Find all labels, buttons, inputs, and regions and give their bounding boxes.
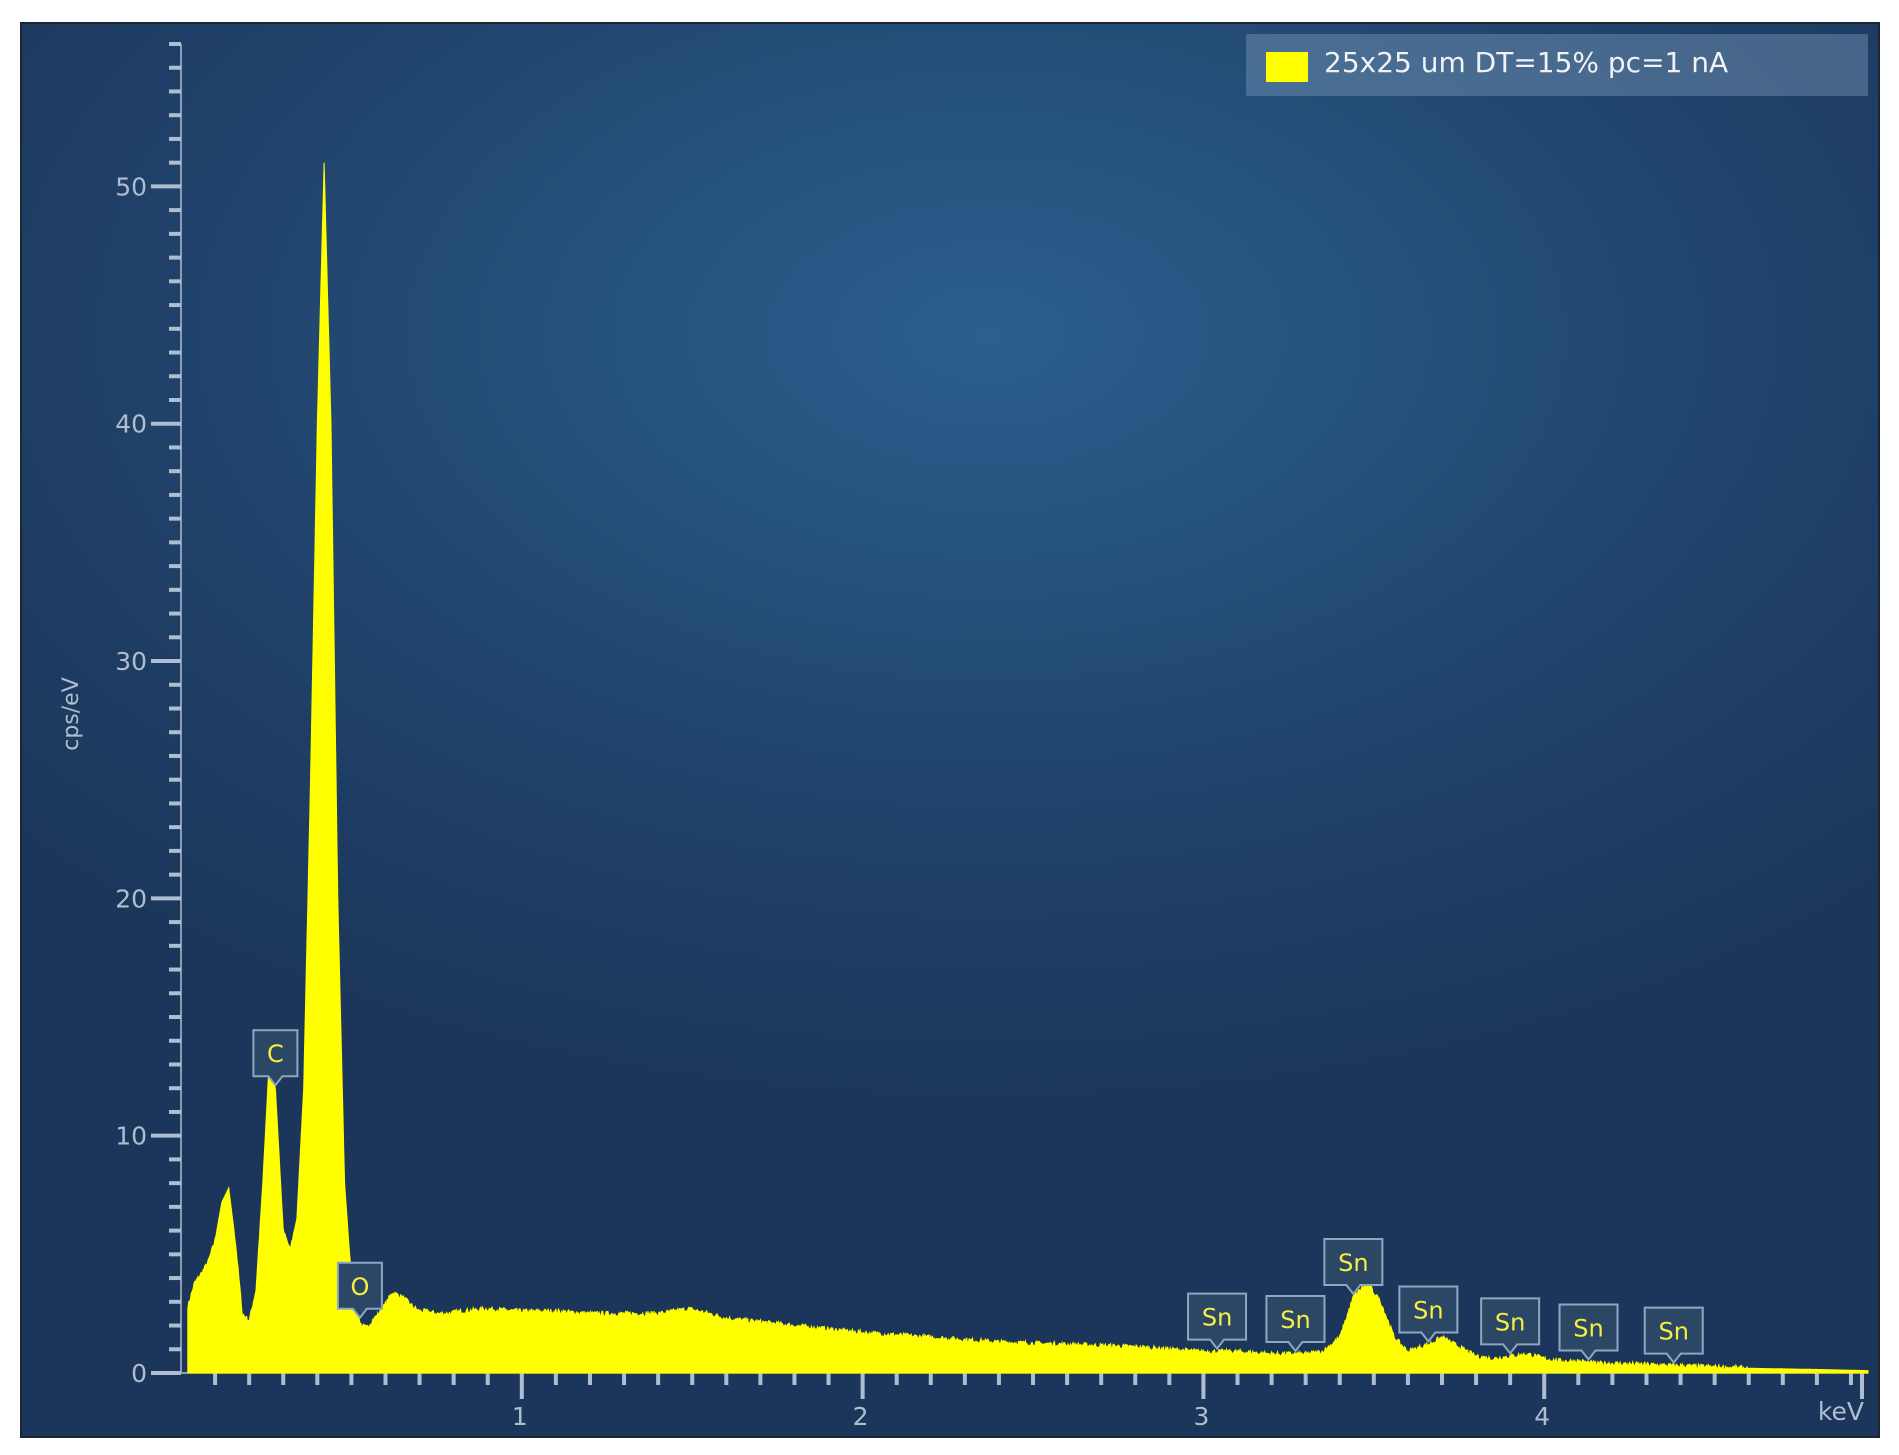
legend-series-name: 25x25 um DT=15% pc=1 nA bbox=[1324, 46, 1729, 79]
peak-label-text: O bbox=[350, 1273, 369, 1301]
peak-label-text: Sn bbox=[1573, 1315, 1603, 1343]
spectrum-plot: 010203040501 2 3 4 COSn SnSnSn Sn Sn Sn cps/eV … bbox=[59, 42, 1869, 1431]
peak-label-text: Sn bbox=[1495, 1308, 1525, 1336]
y-tick-label: 20 bbox=[115, 884, 147, 913]
peak-label-text: Sn bbox=[1659, 1318, 1689, 1346]
x-tick-label: 3 bbox=[1193, 1402, 1209, 1431]
axes-group: 0 10 20 30 40 50 1 2 3 4 bbox=[115, 42, 1868, 1431]
peak-label: Sn bbox=[1558, 1303, 1619, 1362]
peak-label: C bbox=[252, 1029, 299, 1087]
peak-label: Sn bbox=[1643, 1306, 1704, 1365]
x-tick-label: 4 bbox=[1534, 1402, 1550, 1431]
peak-label-text: Sn bbox=[1202, 1304, 1232, 1332]
peak-label: Sn bbox=[1265, 1295, 1326, 1353]
y-tick-label: 10 bbox=[115, 1122, 147, 1151]
spectrum-series bbox=[187, 162, 1869, 1374]
x-axis-unit-label: keV bbox=[1818, 1397, 1864, 1426]
peak-label: Sn bbox=[1480, 1297, 1541, 1356]
y-tick-label: 50 bbox=[115, 172, 147, 201]
y-tick-label: 30 bbox=[115, 647, 147, 676]
spectrum-chart-panel: 0 10 20 30 40 50 1 2 3 4 C O Sn Sn Sn Sn Sn Sn Sn cps/eV … bbox=[20, 22, 1880, 1438]
peak-label: Sn bbox=[1187, 1292, 1248, 1351]
peak-label: O bbox=[336, 1261, 383, 1320]
y-tick-label: 40 bbox=[115, 410, 147, 439]
y-axis-title: cps/eV bbox=[59, 677, 84, 751]
legend-swatch bbox=[1266, 52, 1308, 82]
peak-label-text: Sn bbox=[1280, 1306, 1310, 1334]
peak-label: Sn bbox=[1323, 1238, 1384, 1296]
peak-label-text: Sn bbox=[1413, 1297, 1443, 1325]
y-tick-label: 0 bbox=[131, 1359, 147, 1388]
peak-label-text: C bbox=[267, 1040, 284, 1068]
series-layer bbox=[187, 162, 1869, 1374]
x-tick-label: 1 bbox=[512, 1402, 528, 1431]
peak-label: Sn bbox=[1398, 1285, 1459, 1344]
peak-label-text: Sn bbox=[1338, 1249, 1368, 1277]
x-tick-label: 2 bbox=[853, 1402, 869, 1431]
legend: 25x25 um DT=15% pc=1 nA bbox=[1246, 34, 1868, 96]
